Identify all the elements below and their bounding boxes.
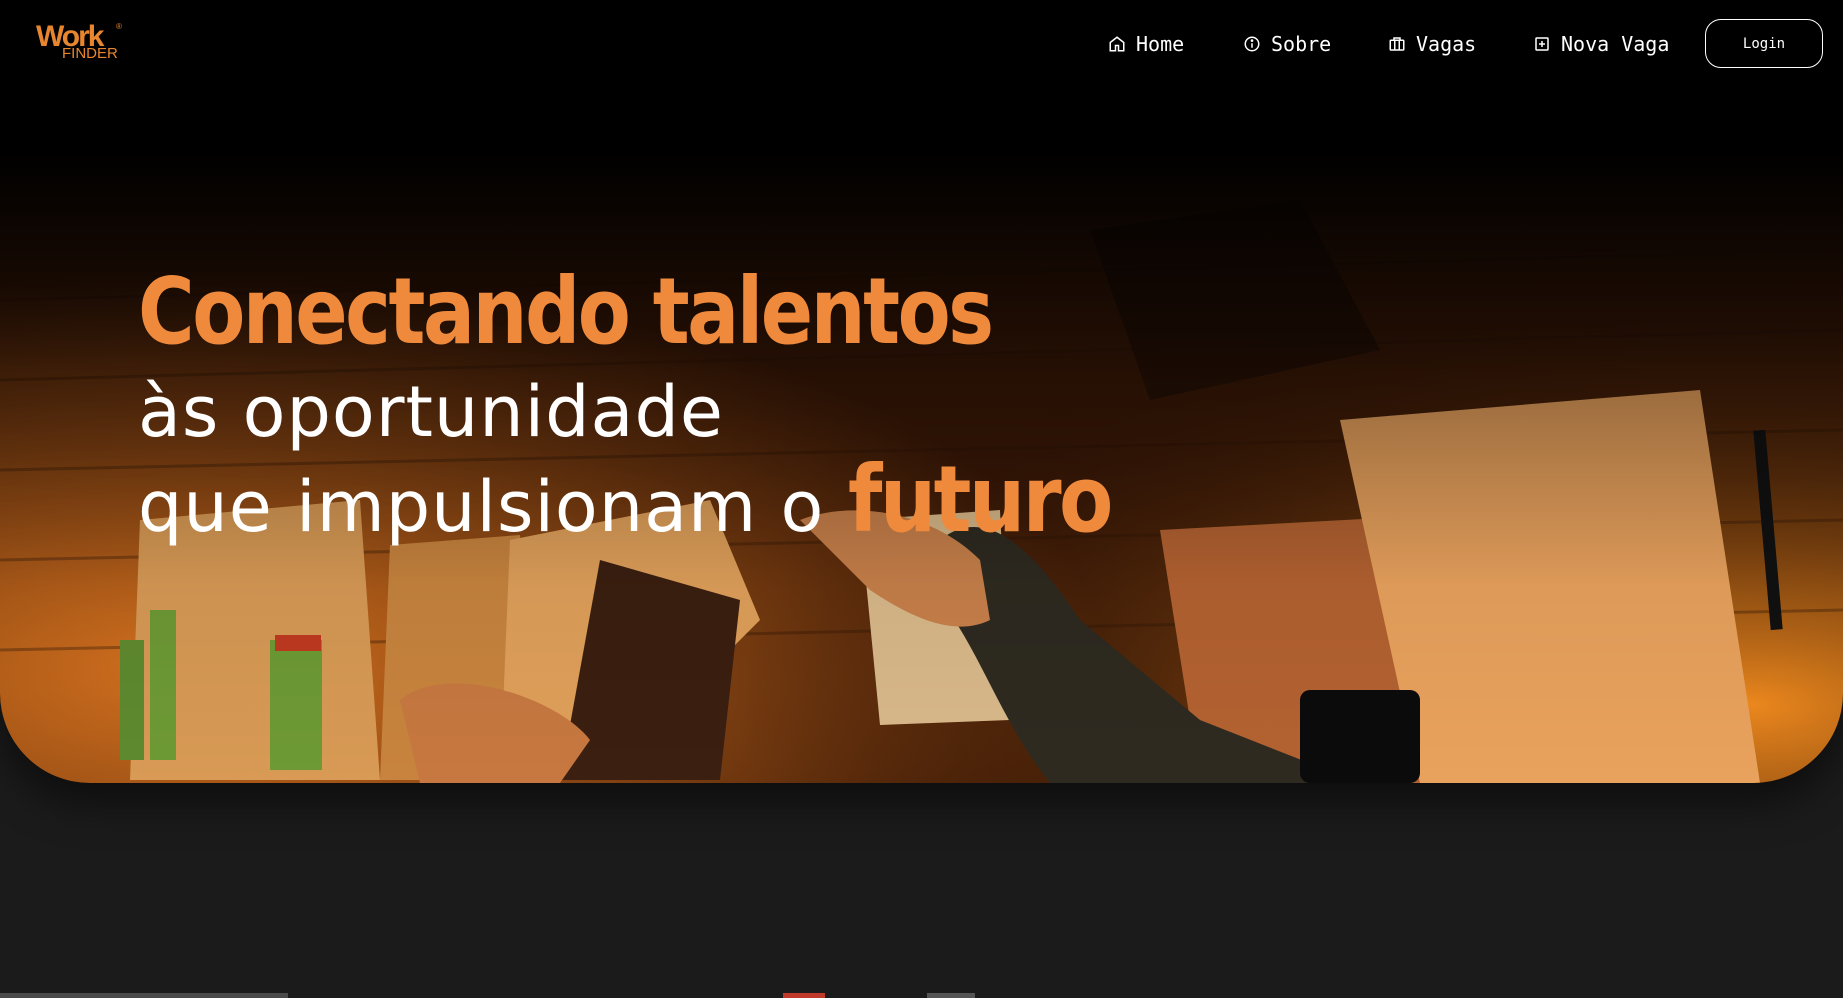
nav-nova-vaga-label: Nova Vaga xyxy=(1561,32,1670,56)
briefcase-icon xyxy=(1389,37,1405,51)
next-section-edge-gray xyxy=(927,993,975,998)
next-section-edge xyxy=(0,993,288,998)
nav-vagas-label: Vagas xyxy=(1416,32,1477,56)
next-section-edge-accent xyxy=(783,993,825,998)
nav-nova-vaga[interactable]: Nova Vaga xyxy=(1533,27,1669,61)
nav-sobre[interactable]: Sobre xyxy=(1243,27,1331,61)
nav-home[interactable]: Home xyxy=(1108,27,1184,61)
info-icon xyxy=(1244,36,1260,52)
plus-square-icon xyxy=(1535,37,1549,51)
hero-title-line3-prefix: que impulsionam o xyxy=(138,466,848,548)
nav-vagas[interactable]: Vagas xyxy=(1388,27,1476,61)
nav-sobre-label: Sobre xyxy=(1271,32,1332,56)
hero-title-line2: às oportunidade xyxy=(138,371,724,453)
hero-title-accent: futuro xyxy=(847,446,1113,553)
hero-title-line3: que impulsionam o futuro xyxy=(138,446,1153,553)
logo-registered-mark: ® xyxy=(116,22,122,31)
login-button[interactable]: Login xyxy=(1705,19,1823,68)
home-icon xyxy=(1109,36,1125,52)
workfinder-logo[interactable]: Work ® FINDER xyxy=(36,22,132,64)
hero-title-line1: Conectando talentos xyxy=(138,258,994,365)
logo-word-finder: FINDER xyxy=(62,45,118,62)
nav-home-label: Home xyxy=(1136,32,1185,56)
top-navigation-bar: Work ® FINDER Home Sobre Vagas Nova Vaga… xyxy=(0,0,1843,90)
